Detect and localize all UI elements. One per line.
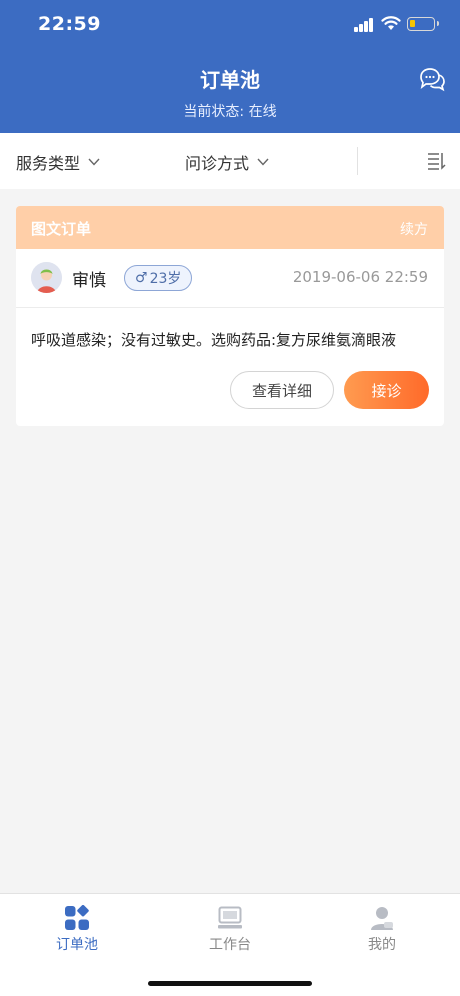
order-description: 呼吸道感染；没有过敏史。选购药品:复方尿维氨滴眼液 (31, 331, 397, 349)
tab-profile[interactable]: 我的 (332, 905, 432, 954)
order-type-label: 图文订单 (31, 220, 92, 238)
patient-row: 审慎 ♂ 23岁 2019-06-06 22:59 (16, 249, 444, 308)
order-card-header: 图文订单 续方 (16, 206, 444, 249)
status-time: 22:59 (38, 13, 101, 35)
status-bar: 22:59 (0, 0, 460, 50)
home-indicator (148, 981, 312, 986)
tab-label: 工作台 (209, 937, 251, 953)
online-status[interactable]: 当前状态: 在线 (0, 101, 460, 121)
cellular-signal-icon (354, 16, 376, 32)
consult-method-label: 问诊方式 (185, 154, 250, 173)
view-details-button[interactable]: 查看详细 (230, 371, 334, 409)
filter-divider (357, 147, 358, 175)
wifi-icon (381, 16, 401, 30)
patient-name: 审慎 (72, 271, 106, 291)
chevron-down-icon (88, 158, 100, 166)
order-card[interactable]: 图文订单 续方 审慎 ♂ 23岁 2019-06-06 22:59 呼吸道感染；… (16, 206, 444, 426)
profile-icon (371, 907, 393, 930)
battery-icon (407, 17, 439, 31)
workbench-icon (218, 906, 242, 929)
renewal-tag: 续方 (400, 222, 428, 238)
tab-workbench[interactable]: 工作台 (180, 905, 280, 954)
patient-avatar (31, 262, 62, 293)
tab-label: 订单池 (56, 937, 98, 953)
service-type-filter[interactable]: 服务类型 (16, 150, 100, 174)
app-header: 22:59 订单池 当前状态: 在线 (0, 0, 460, 133)
service-type-label: 服务类型 (16, 154, 81, 173)
sort-filter-icon[interactable] (426, 151, 446, 171)
messages-icon[interactable] (418, 66, 446, 92)
order-pool-icon (65, 905, 89, 930)
filter-bar: 服务类型 问诊方式 (0, 133, 460, 189)
tab-label: 我的 (368, 937, 396, 953)
patient-age: 23岁 (149, 271, 182, 287)
order-time: 2019-06-06 22:59 (292, 268, 428, 286)
accept-order-button[interactable]: 接诊 (344, 371, 429, 409)
page-title: 订单池 (200, 68, 260, 92)
chevron-down-icon (257, 158, 269, 166)
consult-method-filter[interactable]: 问诊方式 (185, 150, 269, 174)
gender-age-badge: ♂ 23岁 (124, 265, 193, 291)
male-icon: ♂ (135, 270, 148, 286)
tab-order-pool[interactable]: 订单池 (27, 905, 127, 954)
